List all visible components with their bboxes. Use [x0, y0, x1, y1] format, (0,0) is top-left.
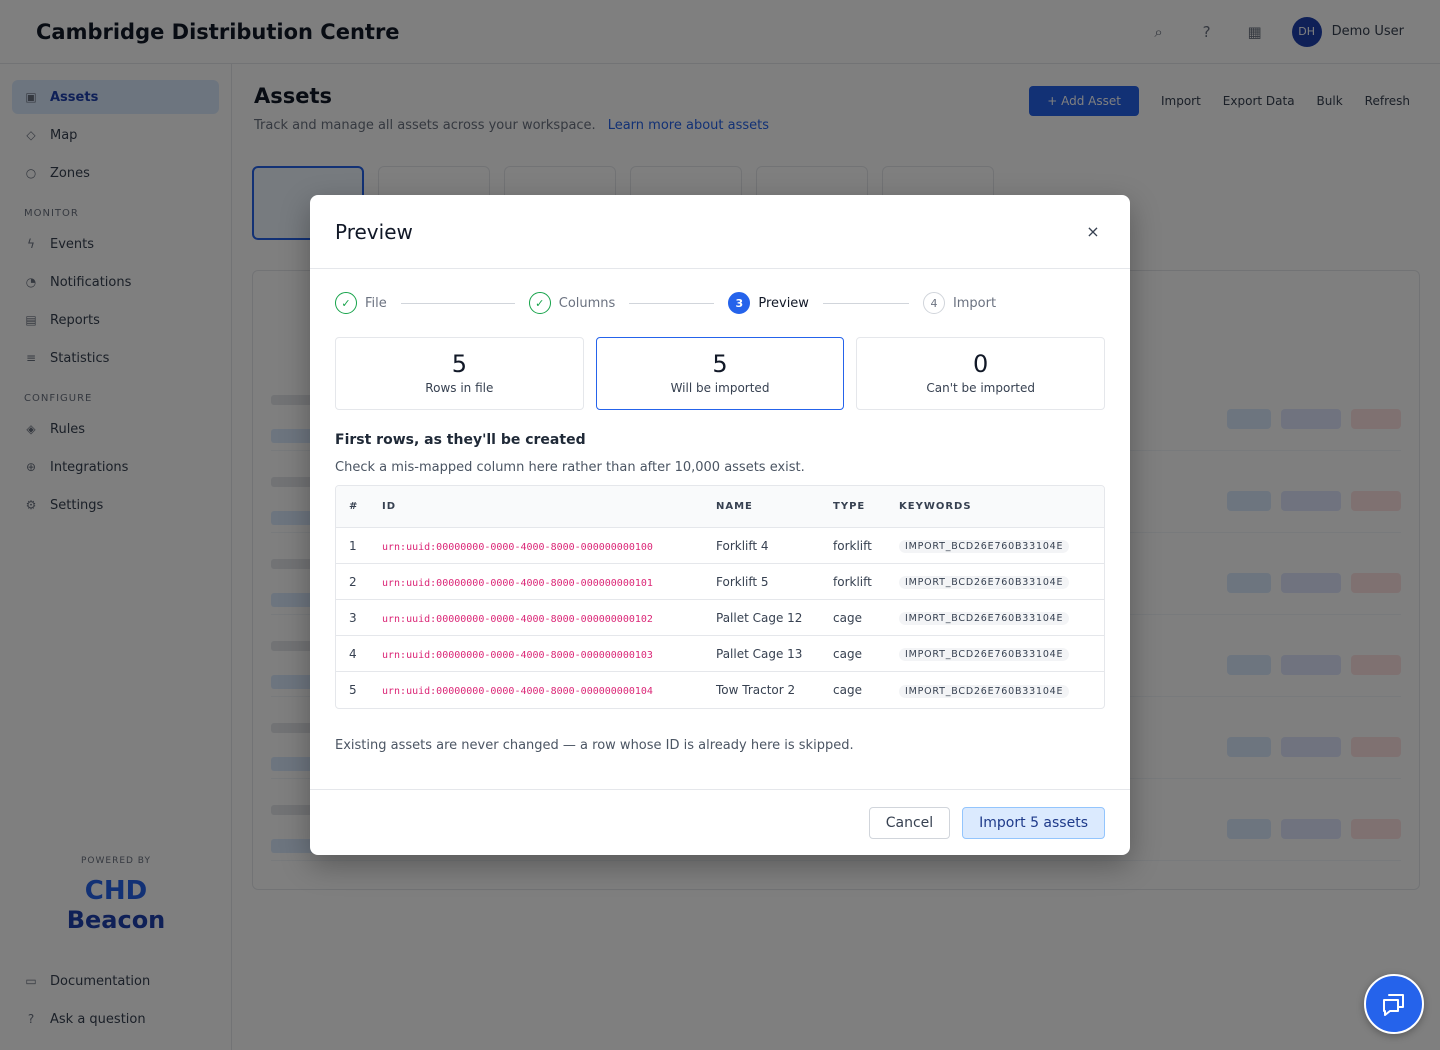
check-icon: ✓: [335, 292, 357, 314]
dialog-header: Preview ×: [310, 195, 1130, 269]
row-id: urn:uuid:00000000-0000-4000-8000-0000000…: [382, 541, 653, 553]
column-header-name: NAME: [716, 486, 833, 528]
step-number: 3: [728, 292, 751, 314]
summary-label: Will be imported: [670, 381, 770, 395]
table-row: 4 urn:uuid:00000000-0000-4000-8000-00000…: [336, 636, 1104, 672]
preview-table: # ID NAME TYPE KEYWORDS 1 urn:uuid:00000…: [335, 485, 1105, 709]
column-header-type: TYPE: [833, 486, 899, 528]
dialog-body: ✓ File ✓ Columns 3 Preview 4 Import 5 Ro: [310, 269, 1130, 753]
row-name: Tow Tractor 2: [716, 683, 796, 697]
step-label: Preview: [758, 295, 809, 311]
preview-section-title: First rows, as they'll be created: [335, 432, 586, 448]
table-row: 1 urn:uuid:00000000-0000-4000-8000-00000…: [336, 528, 1104, 564]
summary-value: 5: [451, 350, 467, 378]
step-connector: [822, 302, 909, 304]
step-file: ✓ File: [335, 292, 387, 314]
row-name: Pallet Cage 12: [716, 600, 833, 636]
table-row: 2 urn:uuid:00000000-0000-4000-8000-00000…: [336, 564, 1104, 600]
keyword-badge: IMPORT_BCD26E760B33104E: [899, 648, 1070, 661]
row-name: Pallet Cage 13: [716, 636, 833, 672]
step-label: File: [365, 295, 387, 311]
close-icon: ×: [1086, 222, 1100, 241]
step-label: Import: [952, 295, 997, 311]
row-type: forklift: [833, 564, 899, 600]
row-name: Forklift 5: [716, 564, 833, 600]
column-header-id: ID: [382, 486, 716, 528]
row-type: cage: [833, 683, 862, 697]
step-connector: [629, 302, 715, 304]
keyword-badge: IMPORT_BCD26E760B33104E: [899, 540, 1070, 553]
cancel-button[interactable]: Cancel: [868, 806, 951, 839]
row-name: Forklift 4: [716, 528, 833, 564]
keyword-badge: IMPORT_BCD26E760B33104E: [899, 576, 1070, 589]
row-id: urn:uuid:00000000-0000-4000-8000-0000000…: [382, 613, 653, 625]
row-id: urn:uuid:00000000-0000-4000-8000-0000000…: [382, 577, 653, 589]
row-number: 5: [349, 683, 357, 697]
table-row: 5 urn:uuid:00000000-0000-4000-8000-00000…: [336, 672, 1104, 708]
skip-note: Existing assets are never changed — a ro…: [335, 738, 854, 753]
row-type: cage: [833, 600, 899, 636]
table-header-row: # ID NAME TYPE KEYWORDS: [336, 486, 1104, 528]
import-summary: 5 Rows in file 5 Will be imported 0 Can'…: [335, 337, 1106, 410]
row-type: cage: [833, 636, 899, 672]
keyword-badge: IMPORT_BCD26E760B33104E: [899, 684, 1070, 698]
import-stepper: ✓ File ✓ Columns 3 Preview 4 Import: [335, 292, 1105, 314]
table-row: 3 urn:uuid:00000000-0000-4000-8000-00000…: [336, 600, 1104, 636]
step-import: 4 Import: [922, 292, 997, 314]
rows-in-file-card: 5 Rows in file: [335, 337, 584, 410]
chat-icon: [1383, 994, 1404, 1016]
dialog-title: Preview: [335, 219, 413, 244]
summary-value: 5: [712, 350, 728, 378]
column-header-keywords: KEYWORDS: [899, 486, 1104, 528]
step-number: 4: [922, 292, 945, 314]
step-columns: ✓ Columns: [528, 292, 616, 314]
cant-be-imported-card: 0 Can't be imported: [856, 337, 1106, 410]
step-label: Columns: [558, 295, 616, 311]
row-id: urn:uuid:00000000-0000-4000-8000-0000000…: [382, 686, 653, 697]
row-id: urn:uuid:00000000-0000-4000-8000-0000000…: [382, 649, 653, 661]
keyword-badge: IMPORT_BCD26E760B33104E: [899, 612, 1070, 625]
column-header-number: #: [336, 486, 382, 528]
will-be-imported-card: 5 Will be imported: [595, 337, 845, 410]
row-number: 3: [336, 600, 382, 636]
row-number: 2: [336, 564, 382, 600]
step-preview: 3 Preview: [728, 292, 809, 314]
row-type: forklift: [833, 528, 899, 564]
import-assets-button[interactable]: Import 5 assets: [962, 806, 1105, 839]
row-number: 1: [336, 528, 382, 564]
summary-value: 0: [973, 350, 989, 378]
row-number: 4: [336, 636, 382, 672]
step-connector: [400, 302, 515, 304]
import-preview-dialog: Preview × ✓ File ✓ Columns 3 Preview 4 I…: [310, 195, 1130, 855]
chat-button[interactable]: [1364, 974, 1424, 1034]
check-icon: ✓: [528, 292, 551, 314]
dialog-footer: Cancel Import 5 assets: [310, 789, 1130, 855]
summary-label: Can't be imported: [926, 381, 1035, 395]
close-button[interactable]: ×: [1081, 220, 1105, 244]
summary-label: Rows in file: [425, 381, 494, 395]
preview-section-subtitle: Check a mis-mapped column here rather th…: [335, 460, 805, 475]
